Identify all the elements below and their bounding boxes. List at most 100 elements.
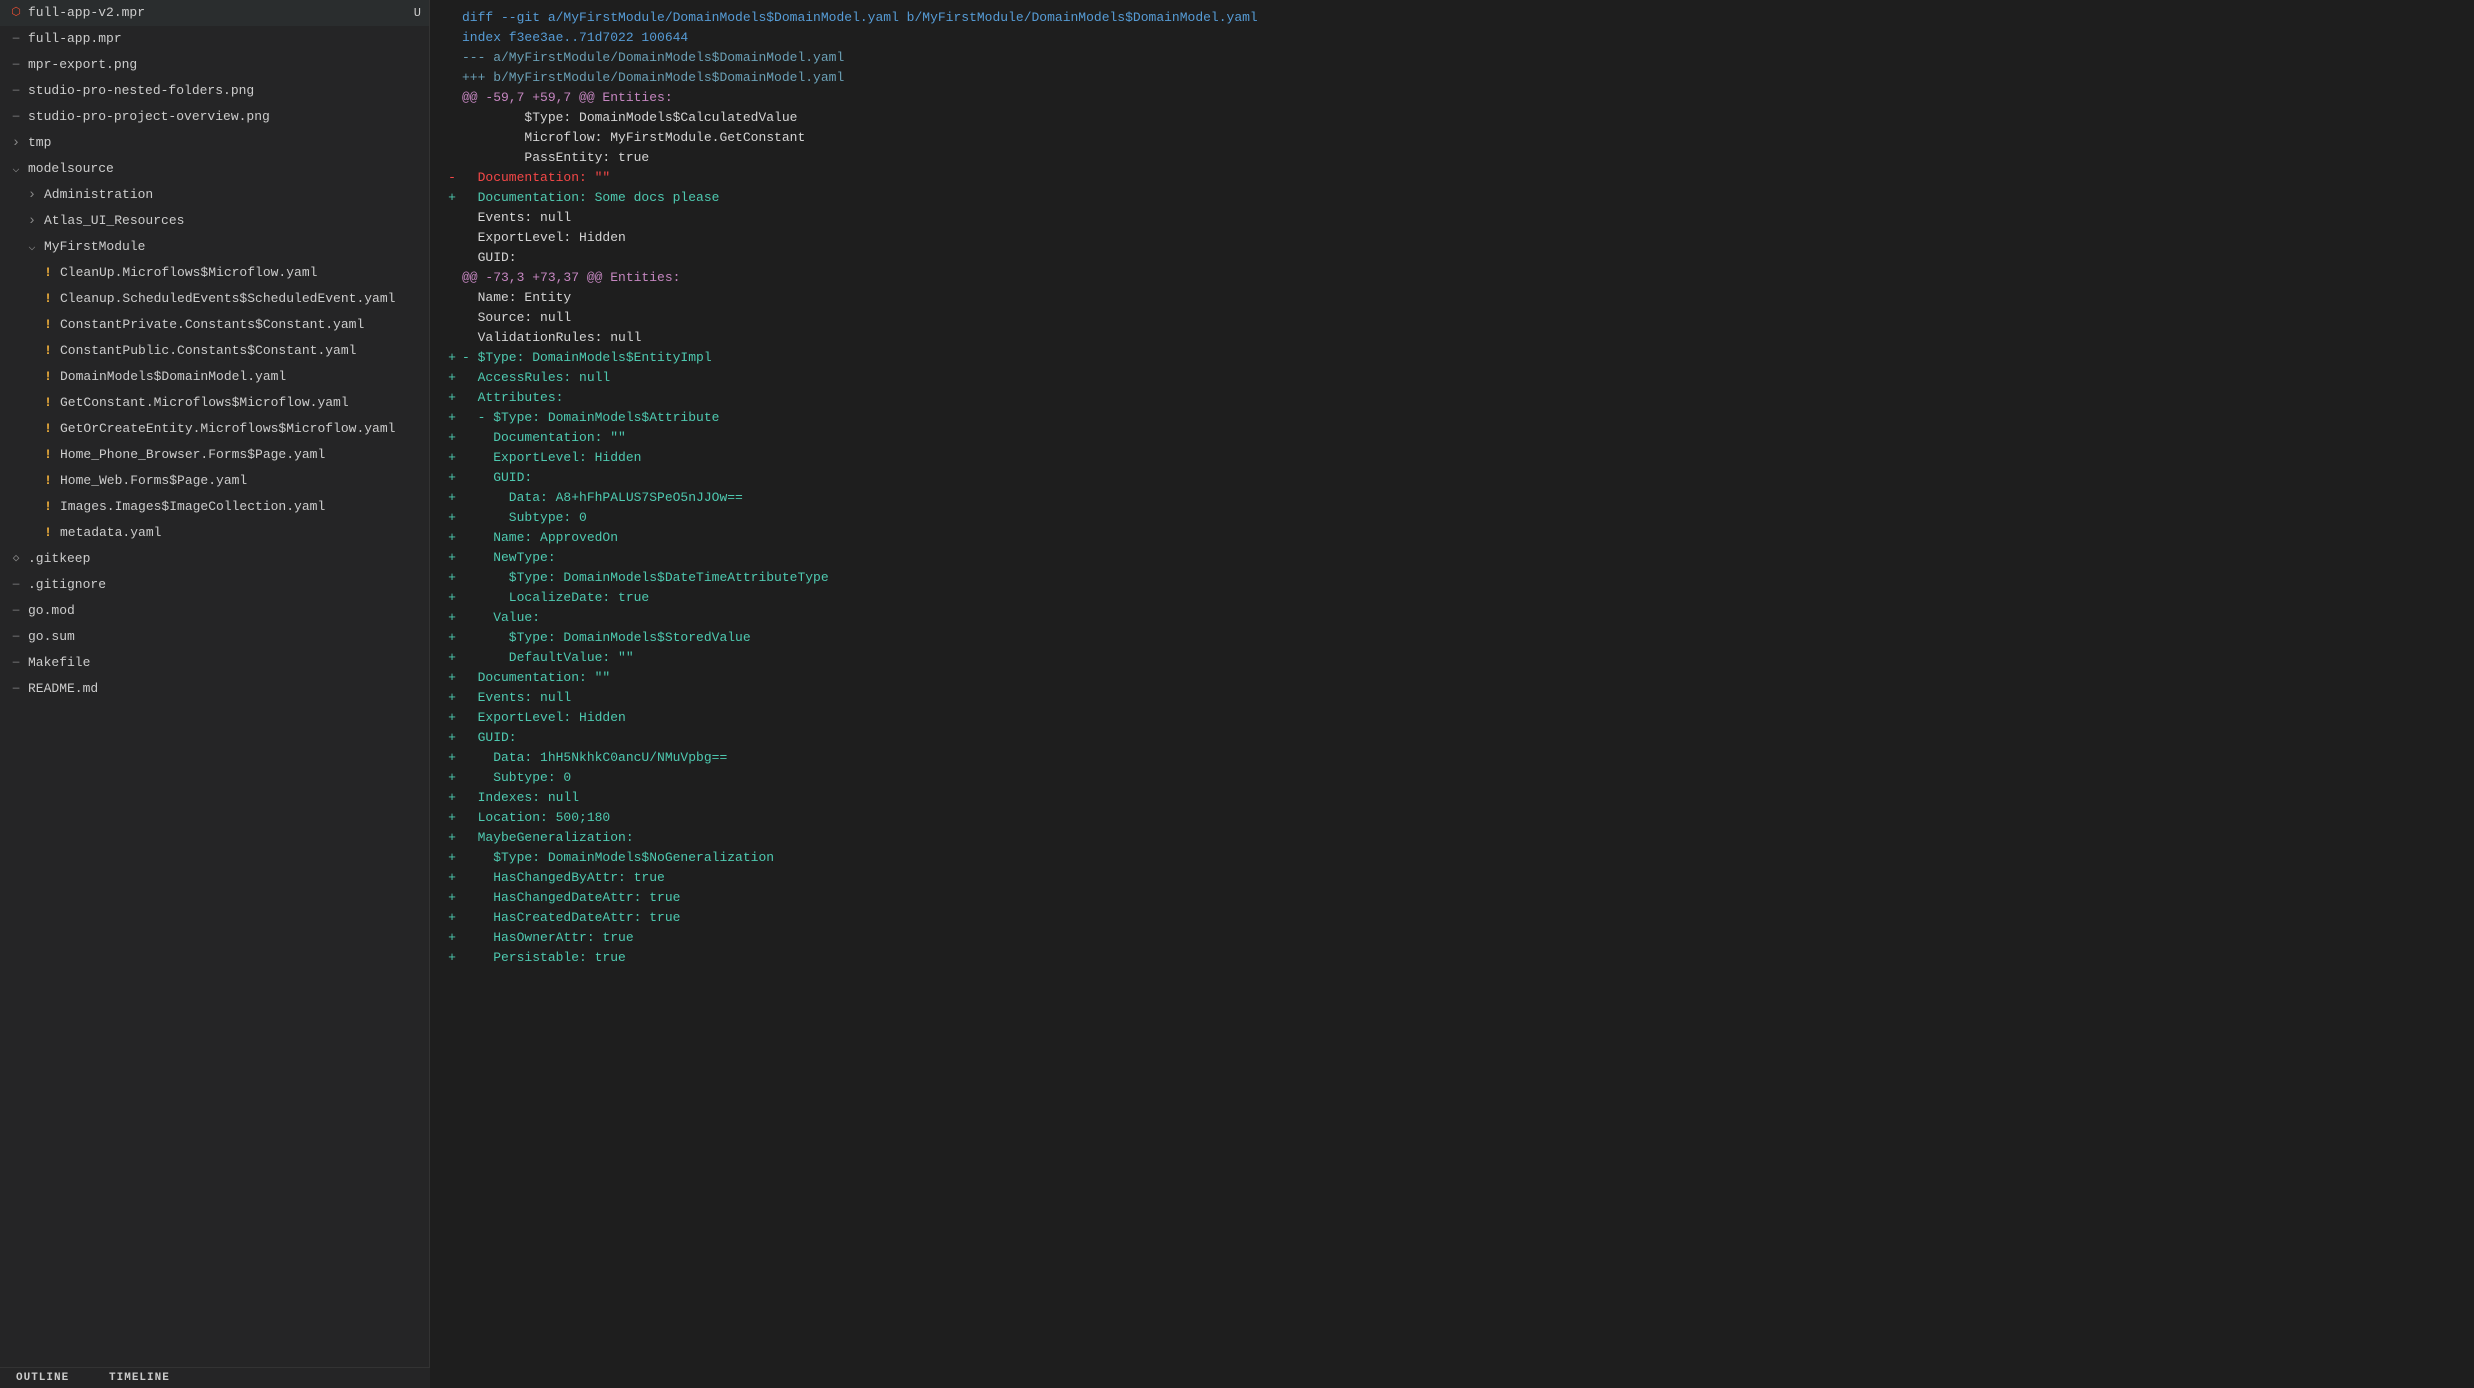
diff-line-meta: +++ b/MyFirstModule/DomainModels$DomainM…	[430, 68, 2474, 88]
sidebar-item-myfirstmodule[interactable]: ⌵MyFirstModule	[0, 234, 429, 260]
diff-line-added: + Subtype: 0	[430, 508, 2474, 528]
file-label: ConstantPublic.Constants$Constant.yaml	[60, 340, 356, 362]
diff-line-context: ValidationRules: null	[430, 328, 2474, 348]
sidebar-item-mpr-export-png[interactable]: —mpr-export.png	[0, 52, 429, 78]
diff-content: MaybeGeneralization:	[462, 828, 634, 848]
sidebar-item-gitkeep[interactable]: ◇.gitkeep	[0, 546, 429, 572]
diff-content: Documentation: ""	[462, 428, 626, 448]
sidebar-item-get-or-create[interactable]: !GetOrCreateEntity.Microflows$Microflow.…	[0, 416, 429, 442]
diff-content: - $Type: DomainModels$Attribute	[462, 408, 719, 428]
diff-content: ExportLevel: Hidden	[462, 228, 626, 248]
diff-line-header: diff --git a/MyFirstModule/DomainModels$…	[430, 8, 2474, 28]
diff-line-added: + GUID:	[430, 468, 2474, 488]
diff-content: GUID:	[462, 468, 532, 488]
diff-prefix: +	[442, 188, 462, 208]
diff-container: diff --git a/MyFirstModule/DomainModels$…	[430, 0, 2474, 976]
diff-content: HasOwnerAttr: true	[462, 928, 634, 948]
diff-content: Microflow: MyFirstModule.GetConstant	[462, 128, 805, 148]
diff-line-added: + Documentation: ""	[430, 428, 2474, 448]
diff-line-added: + DefaultValue: ""	[430, 648, 2474, 668]
sidebar-item-readme[interactable]: —README.md	[0, 676, 429, 702]
diff-content: Value:	[462, 608, 540, 628]
diff-content: $Type: DomainModels$StoredValue	[462, 628, 751, 648]
sidebar-item-get-constant[interactable]: !GetConstant.Microflows$Microflow.yaml	[0, 390, 429, 416]
sidebar-item-images[interactable]: !Images.Images$ImageCollection.yaml	[0, 494, 429, 520]
diff-prefix: +	[442, 788, 462, 808]
diff-line-context: Events: null	[430, 208, 2474, 228]
diff-prefix: +	[442, 368, 462, 388]
diff-line-context: PassEntity: true	[430, 148, 2474, 168]
exclamation-icon: !	[40, 395, 56, 411]
sidebar-item-full-app-mpr[interactable]: —full-app.mpr	[0, 26, 429, 52]
diff-line-added: + $Type: DomainModels$NoGeneralization	[430, 848, 2474, 868]
file-label: Makefile	[28, 652, 90, 674]
sidebar-item-atlas-ui-resources[interactable]: ›Atlas_UI_Resources	[0, 208, 429, 234]
sidebar-item-domain-models[interactable]: !DomainModels$DomainModel.yaml	[0, 364, 429, 390]
git-icon: ⬡	[8, 5, 24, 21]
sidebar-item-modelsource[interactable]: ⌵modelsource	[0, 156, 429, 182]
diff-prefix: +	[442, 908, 462, 928]
diff-line-context: $Type: DomainModels$CalculatedValue	[430, 108, 2474, 128]
file-label: full-app-v2.mpr	[28, 2, 145, 24]
sidebar-item-makefile[interactable]: —Makefile	[0, 650, 429, 676]
file-icon: —	[8, 655, 24, 671]
diff-content: Documentation: Some docs please	[462, 188, 719, 208]
diff-content: GUID:	[462, 728, 517, 748]
file-label: go.sum	[28, 626, 75, 648]
diff-prefix: +	[442, 348, 462, 368]
diff-line-header: index f3ee3ae..71d7022 100644	[430, 28, 2474, 48]
diff-content: Documentation: ""	[462, 668, 610, 688]
diff-line-hunk: @@ -73,3 +73,37 @@ Entities:	[430, 268, 2474, 288]
sidebar-item-tmp[interactable]: ›tmp	[0, 130, 429, 156]
sidebar-item-administration[interactable]: ›Administration	[0, 182, 429, 208]
file-icon: —	[8, 31, 24, 47]
chevron-right-icon: ›	[8, 135, 24, 151]
diff-prefix: +	[442, 548, 462, 568]
diff-line-added: + Name: ApprovedOn	[430, 528, 2474, 548]
sidebar-item-go-sum[interactable]: —go.sum	[0, 624, 429, 650]
sidebar-item-full-app-v2-mpr[interactable]: ⬡full-app-v2.mpr U	[0, 0, 429, 26]
sidebar-item-cleanup-microflows[interactable]: !CleanUp.Microflows$Microflow.yaml	[0, 260, 429, 286]
main-diff-area: diff --git a/MyFirstModule/DomainModels$…	[430, 0, 2474, 1388]
sidebar-item-constant-private[interactable]: !ConstantPrivate.Constants$Constant.yaml	[0, 312, 429, 338]
sidebar-item-metadata[interactable]: !metadata.yaml	[0, 520, 429, 546]
diff-line-added: + Attributes:	[430, 388, 2474, 408]
diff-line-added: + Documentation: ""	[430, 668, 2474, 688]
diff-line-removed: - Documentation: ""	[430, 168, 2474, 188]
sidebar-item-studio-pro-project-overview[interactable]: —studio-pro-project-overview.png	[0, 104, 429, 130]
sidebar-item-cleanup-scheduled[interactable]: !Cleanup.ScheduledEvents$ScheduledEvent.…	[0, 286, 429, 312]
diff-prefix: +	[442, 748, 462, 768]
sidebar-item-go-mod[interactable]: —go.mod	[0, 598, 429, 624]
file-icon: —	[8, 629, 24, 645]
sidebar-item-home-phone[interactable]: !Home_Phone_Browser.Forms$Page.yaml	[0, 442, 429, 468]
diff-prefix: +	[442, 928, 462, 948]
diff-prefix: +	[442, 888, 462, 908]
diff-content: Source: null	[462, 308, 571, 328]
outline-tab[interactable]: OUTLINE	[0, 1368, 85, 1388]
sidebar-item-constant-public[interactable]: !ConstantPublic.Constants$Constant.yaml	[0, 338, 429, 364]
diff-content: ValidationRules: null	[462, 328, 641, 348]
diff-line-hunk: @@ -59,7 +59,7 @@ Entities:	[430, 88, 2474, 108]
diff-line-context: ExportLevel: Hidden	[430, 228, 2474, 248]
file-label: .gitignore	[28, 574, 106, 596]
file-label: Administration	[44, 184, 153, 206]
diff-content: LocalizeDate: true	[462, 588, 649, 608]
diff-content: - $Type: DomainModels$EntityImpl	[462, 348, 712, 368]
sidebar-item-gitignore[interactable]: —.gitignore	[0, 572, 429, 598]
sidebar-item-home-web[interactable]: !Home_Web.Forms$Page.yaml	[0, 468, 429, 494]
diff-prefix: +	[442, 428, 462, 448]
chevron-right-icon: ›	[24, 187, 40, 203]
sidebar-item-studio-pro-nested-folders[interactable]: —studio-pro-nested-folders.png	[0, 78, 429, 104]
diff-content: +++ b/MyFirstModule/DomainModels$DomainM…	[462, 68, 844, 88]
diff-prefix	[442, 328, 462, 348]
diff-content: @@ -73,3 +73,37 @@ Entities:	[462, 268, 680, 288]
file-label: modelsource	[28, 158, 114, 180]
file-icon: —	[8, 57, 24, 73]
file-label: GetConstant.Microflows$Microflow.yaml	[60, 392, 349, 414]
file-badge: U	[414, 2, 421, 24]
diff-content: Subtype: 0	[462, 768, 571, 788]
timeline-tab[interactable]: TIMELINE	[93, 1368, 186, 1388]
diamond-icon: ◇	[8, 551, 24, 567]
exclamation-icon: !	[40, 421, 56, 437]
diff-content: Name: Entity	[462, 288, 571, 308]
